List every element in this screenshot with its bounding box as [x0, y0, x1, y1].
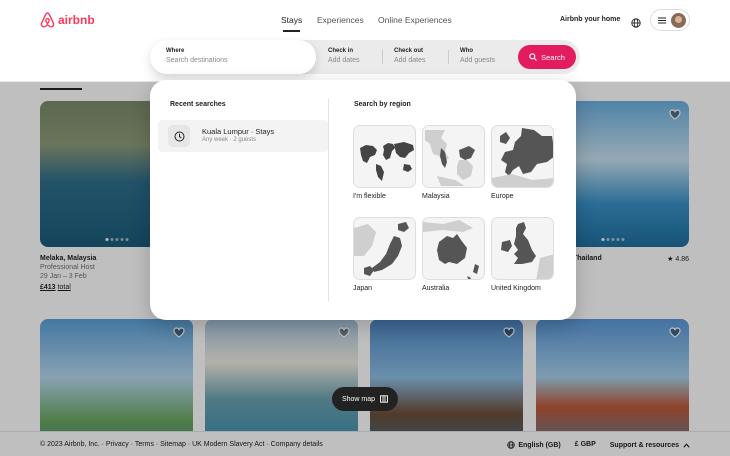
region-label: Europe — [491, 193, 514, 200]
map-icon — [380, 395, 388, 403]
search-bar: Where Search destinations Check in Add d… — [150, 40, 580, 74]
search-icon — [529, 53, 537, 61]
region-flexible[interactable]: I'm flexible — [353, 125, 416, 200]
japan-map-thumbnail — [353, 217, 416, 280]
region-label: Australia — [422, 285, 450, 292]
who-field[interactable]: Who Add guests — [448, 40, 518, 74]
search-button[interactable]: Search — [518, 45, 576, 69]
recent-search-title: Kuala Lumpur · Stays — [202, 127, 275, 136]
logo-text: airbnb — [58, 13, 95, 27]
australia-map-thumbnail — [422, 217, 485, 280]
check-in-label: Check in — [328, 48, 354, 54]
region-united-kingdom[interactable]: United Kingdom — [491, 217, 554, 292]
where-input[interactable]: Search destinations — [166, 57, 316, 64]
check-out-label: Check out — [394, 48, 424, 54]
malaysia-map-thumbnail — [422, 125, 485, 188]
recent-search-item[interactable]: Kuala Lumpur · Stays Any week · 2 guests — [158, 120, 328, 152]
menu-icon — [658, 11, 666, 29]
nav-experiences[interactable]: Experiences — [317, 15, 364, 25]
region-japan[interactable]: Japan — [353, 217, 416, 292]
globe-icon[interactable] — [631, 15, 641, 33]
region-label: Japan — [353, 285, 373, 292]
region-australia[interactable]: Australia — [422, 217, 485, 292]
avatar — [671, 12, 686, 28]
check-in-value: Add dates — [328, 57, 360, 64]
region-label: I'm flexible — [353, 193, 386, 200]
region-europe[interactable]: Europe — [491, 125, 554, 200]
where-label: Where — [166, 48, 185, 54]
region-malaysia[interactable]: Malaysia — [422, 125, 485, 200]
who-value: Add guests — [460, 57, 496, 64]
world-map-thumbnail — [353, 125, 416, 188]
recent-searches-heading: Recent searches — [170, 101, 226, 108]
recent-search-details: Any week · 2 guests — [202, 137, 257, 143]
airbnb-logo[interactable]: airbnb — [40, 12, 95, 28]
where-field[interactable]: Where Search destinations — [150, 40, 316, 74]
check-out-value: Add dates — [394, 57, 426, 64]
region-label: United Kingdom — [491, 285, 541, 292]
show-map-button[interactable]: Show map — [332, 387, 398, 411]
show-map-label: Show map — [341, 395, 376, 403]
uk-map-thumbnail — [491, 217, 554, 280]
who-label: Who — [460, 48, 473, 54]
check-out-field[interactable]: Check out Add dates — [382, 40, 448, 74]
search-dropdown: Recent searches Kuala Lumpur · Stays Any… — [150, 80, 576, 320]
check-in-field[interactable]: Check in Add dates — [316, 40, 382, 74]
nav-stays[interactable]: Stays — [281, 15, 302, 32]
user-menu-button[interactable] — [650, 9, 690, 31]
europe-map-thumbnail — [491, 125, 554, 188]
airbnb-your-home-link[interactable]: Airbnb your home — [560, 16, 620, 23]
region-heading: Search by region — [354, 101, 411, 108]
region-label: Malaysia — [422, 193, 450, 200]
airbnb-logo-icon — [40, 12, 55, 28]
divider — [328, 98, 329, 302]
clock-icon — [168, 125, 190, 147]
search-button-label: Search — [541, 52, 565, 62]
nav-online-experiences[interactable]: Online Experiences — [378, 15, 452, 25]
